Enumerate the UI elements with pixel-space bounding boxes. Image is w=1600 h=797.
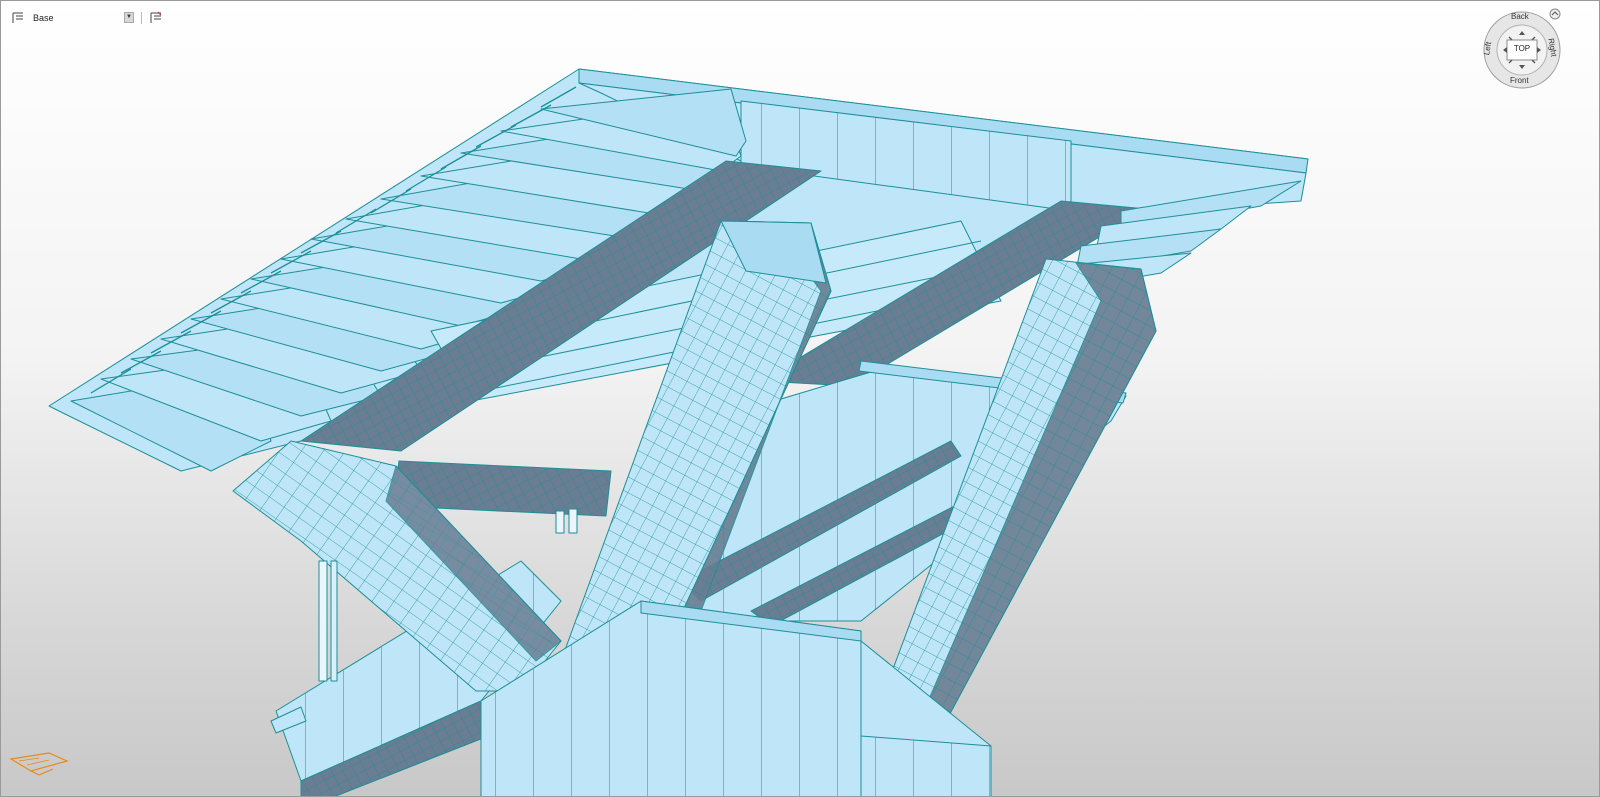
view-cube-back[interactable]: Back [1511,12,1529,21]
3d-viewport[interactable]: Base ▼ TOP Back Front Left Right [0,0,1600,797]
view-cube-front[interactable]: Front [1510,76,1529,85]
chevron-down-icon[interactable]: ▼ [124,12,134,23]
orientation-marker-icon [9,752,69,776]
view-cube[interactable]: TOP Back Front Left Right [1481,9,1563,91]
toolbar-separator [141,12,142,24]
view-cube-top-face[interactable]: TOP [1507,39,1537,59]
level-icon [12,12,23,23]
level-section-icon[interactable] [149,11,163,25]
level-selector[interactable]: Base ▼ [11,10,163,26]
level-name: Base [33,13,54,23]
bridge-model[interactable] [1,1,1600,797]
level-dropdown[interactable]: Base ▼ [29,11,134,25]
home-icon[interactable] [1549,8,1561,20]
